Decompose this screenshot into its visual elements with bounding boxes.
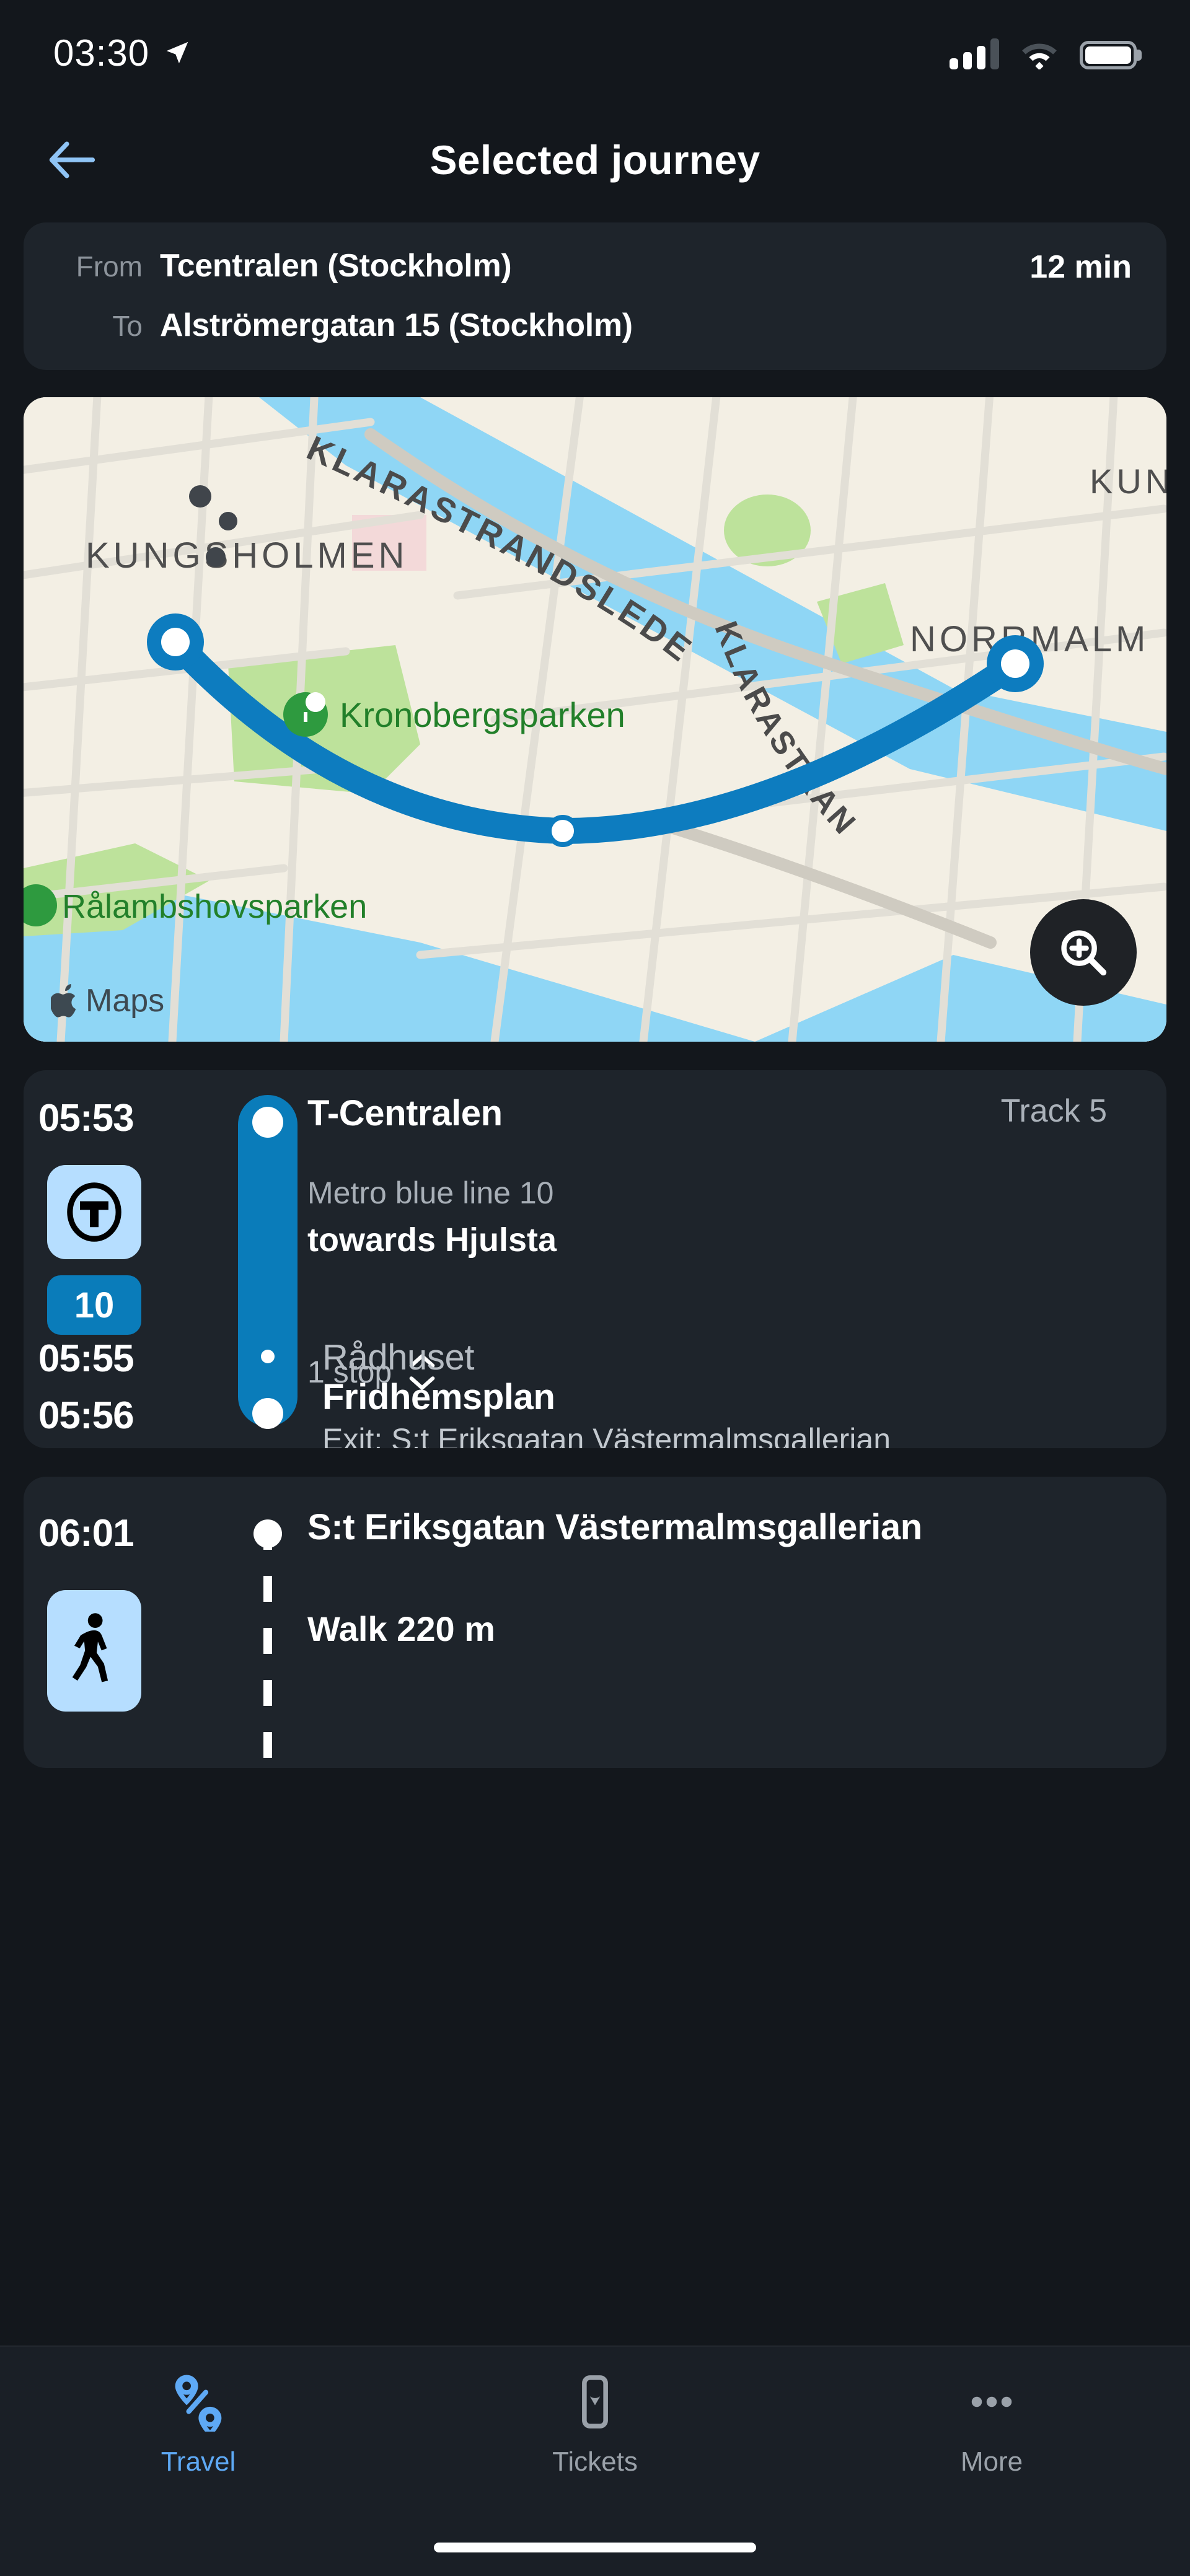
to-label: To: [112, 310, 143, 342]
tab-more[interactable]: More: [793, 2347, 1190, 2503]
intermediate-stop-node: [261, 1350, 275, 1363]
leg-destination-name: Fridhemsplan: [322, 1377, 555, 1417]
leg-service-line: Metro blue line 10: [307, 1176, 554, 1210]
pedestrian-icon: [47, 1590, 141, 1712]
walk-depart-time: 06:01: [38, 1512, 134, 1555]
ticket-phone-icon: [582, 2375, 608, 2429]
journey-duration: 12 min: [1029, 249, 1132, 285]
journey-leg-transit[interactable]: 05:53 10 T-Centralen Track 5 Metro blue …: [24, 1070, 1166, 1448]
navigation-header: Selected journey: [0, 105, 1190, 214]
intermediate-stop-time: 05:55: [38, 1337, 134, 1380]
leg-exit-note: Exit: S:t Eriksgatan Västermalmsgalleria…: [322, 1422, 891, 1448]
tab-tickets[interactable]: Tickets: [397, 2347, 793, 2503]
ellipsis-icon: [971, 2396, 1012, 2407]
journey-from-row: From Tcentralen (Stockholm): [58, 247, 1132, 284]
journey-map[interactable]: KLARASTRANDSLEDEN KLARASTRANDSLEDEN KUNG…: [24, 397, 1166, 1042]
walk-instruction: Walk 220 m: [307, 1609, 495, 1648]
map-zoom-in-button[interactable]: [1030, 899, 1137, 1006]
tab-tickets-label: Tickets: [552, 2446, 638, 2477]
battery-full-icon: [1080, 41, 1142, 69]
cellular-signal-icon: [950, 37, 999, 69]
map-park-ralambshovsparken: Rålambshovsparken: [62, 888, 367, 925]
leg-end-node: [252, 1398, 283, 1429]
map-attribution: Maps: [51, 982, 164, 1019]
back-button[interactable]: [37, 129, 105, 191]
map-park-kronobergsparken: Kronobergsparken: [340, 695, 625, 734]
leg-arrive-time: 05:56: [38, 1394, 134, 1437]
status-bar-right: [950, 37, 1142, 69]
map-attribution-label: Maps: [86, 983, 165, 1019]
arrow-left-icon: [49, 141, 95, 178]
map-canvas: KLARASTRANDSLEDEN KLARASTRANDSLEDEN KUNG…: [24, 397, 1166, 1042]
route-pins-icon: [175, 2375, 222, 2432]
status-bar-clock: 03:30: [53, 32, 150, 74]
page-title: Selected journey: [430, 136, 760, 183]
wifi-icon: [1022, 43, 1057, 69]
line-number-badge: 10: [47, 1275, 141, 1335]
from-value: Tcentralen (Stockholm): [160, 248, 512, 284]
home-indicator: [434, 2543, 756, 2552]
map-district-kungsholmen: KUNGSHOLMEN: [86, 535, 408, 576]
from-label: From: [76, 250, 143, 283]
metro-t-icon: [47, 1165, 141, 1259]
tab-travel[interactable]: Travel: [0, 2347, 397, 2503]
tab-more-label: More: [960, 2446, 1023, 2477]
leg-track-label: Track 5: [1000, 1093, 1107, 1129]
journey-leg-walk[interactable]: 06:01 S:t Eriksgatan Västermalmsgalleria…: [24, 1477, 1166, 1768]
leg-direction: towards Hjulsta: [307, 1221, 557, 1259]
apple-logo-icon: [51, 984, 76, 1018]
journey-to-row: To Alströmergatan 15 (Stockholm): [58, 307, 1132, 344]
pedestrian-glyph: [72, 1613, 108, 1682]
metro-t-glyph: [67, 1182, 121, 1242]
map-district-kung: KUN: [1090, 462, 1166, 501]
magnifier-plus-icon: [1061, 930, 1107, 976]
leg-depart-time: 05:53: [38, 1097, 134, 1140]
location-arrow-icon: [166, 42, 188, 64]
journey-summary-card[interactable]: From Tcentralen (Stockholm) To Alströmer…: [24, 222, 1166, 370]
status-bar-left: 03:30: [53, 32, 192, 74]
intermediate-stop-name: Rådhuset: [322, 1337, 475, 1378]
status-bar: 03:30: [0, 0, 1190, 105]
tab-travel-label: Travel: [161, 2446, 236, 2477]
bottom-tab-bar: Travel Tickets More: [0, 2345, 1190, 2576]
to-value: Alströmergatan 15 (Stockholm): [160, 307, 633, 343]
walk-origin-name: S:t Eriksgatan Västermalmsgallerian: [307, 1507, 922, 1547]
